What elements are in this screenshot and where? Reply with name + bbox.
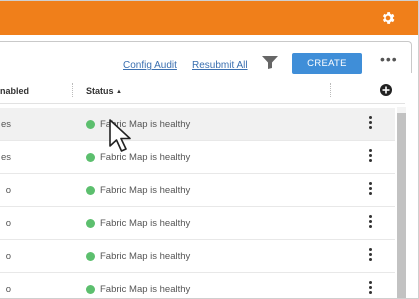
more-horizontal-icon[interactable]: ••• xyxy=(380,52,398,66)
column-divider[interactable] xyxy=(72,83,73,97)
more-vertical-icon[interactable] xyxy=(369,215,373,231)
table-row[interactable]: o Fabric Map is healthy xyxy=(0,174,395,207)
enabled-cell: o xyxy=(5,185,11,196)
more-vertical-icon[interactable] xyxy=(369,248,373,264)
enabled-cell: es xyxy=(0,152,11,163)
status-dot-icon xyxy=(86,120,95,129)
create-button[interactable]: CREATE xyxy=(292,53,362,74)
status-text: Fabric Map is healthy xyxy=(100,284,191,295)
status-text: Fabric Map is healthy xyxy=(100,185,191,196)
plus-circle-icon[interactable] xyxy=(380,84,392,96)
app-window: Config Audit Resubmit All CREATE ••• nab… xyxy=(0,0,419,299)
more-vertical-icon[interactable] xyxy=(369,182,373,198)
top-bar xyxy=(0,1,418,35)
table-row[interactable]: o Fabric Map is healthy xyxy=(0,240,395,273)
enabled-cell: o xyxy=(5,284,11,295)
status-dot-icon xyxy=(86,153,95,162)
resubmit-all-link[interactable]: Resubmit All xyxy=(192,60,248,71)
filter-icon[interactable] xyxy=(262,56,278,69)
status-dot-icon xyxy=(86,186,95,195)
status-dot-icon xyxy=(86,285,95,294)
sort-ascending-icon: ▲ xyxy=(116,89,122,95)
enabled-cell: o xyxy=(5,218,11,229)
status-dot-icon xyxy=(86,219,95,228)
column-header-status[interactable]: Status ▲ xyxy=(86,86,122,96)
more-vertical-icon[interactable] xyxy=(369,149,373,165)
more-vertical-icon[interactable] xyxy=(369,281,373,297)
status-text: Fabric Map is healthy xyxy=(100,152,191,163)
table-row[interactable]: es Fabric Map is healthy xyxy=(0,141,395,174)
enabled-cell: o xyxy=(5,251,11,262)
column-header-enabled[interactable]: nabled xyxy=(0,86,29,96)
scrollbar-thumb[interactable] xyxy=(397,113,406,298)
table-body: es Fabric Map is healthy es Fabric Map i… xyxy=(0,108,395,298)
table-row[interactable]: o Fabric Map is healthy xyxy=(0,207,395,240)
status-text: Fabric Map is healthy xyxy=(100,218,191,229)
column-header-status-label: Status xyxy=(86,86,114,96)
table-row[interactable]: es Fabric Map is healthy xyxy=(0,108,395,141)
column-divider[interactable] xyxy=(330,83,331,97)
status-dot-icon xyxy=(86,252,95,261)
gear-icon[interactable] xyxy=(380,10,396,26)
enabled-cell: es xyxy=(0,119,11,130)
status-text: Fabric Map is healthy xyxy=(100,251,191,262)
status-text: Fabric Map is healthy xyxy=(100,119,191,130)
table-row[interactable]: o Fabric Map is healthy xyxy=(0,273,395,298)
config-audit-link[interactable]: Config Audit xyxy=(123,60,177,71)
table-header: nabled Status ▲ xyxy=(0,77,405,104)
more-vertical-icon[interactable] xyxy=(369,116,373,132)
